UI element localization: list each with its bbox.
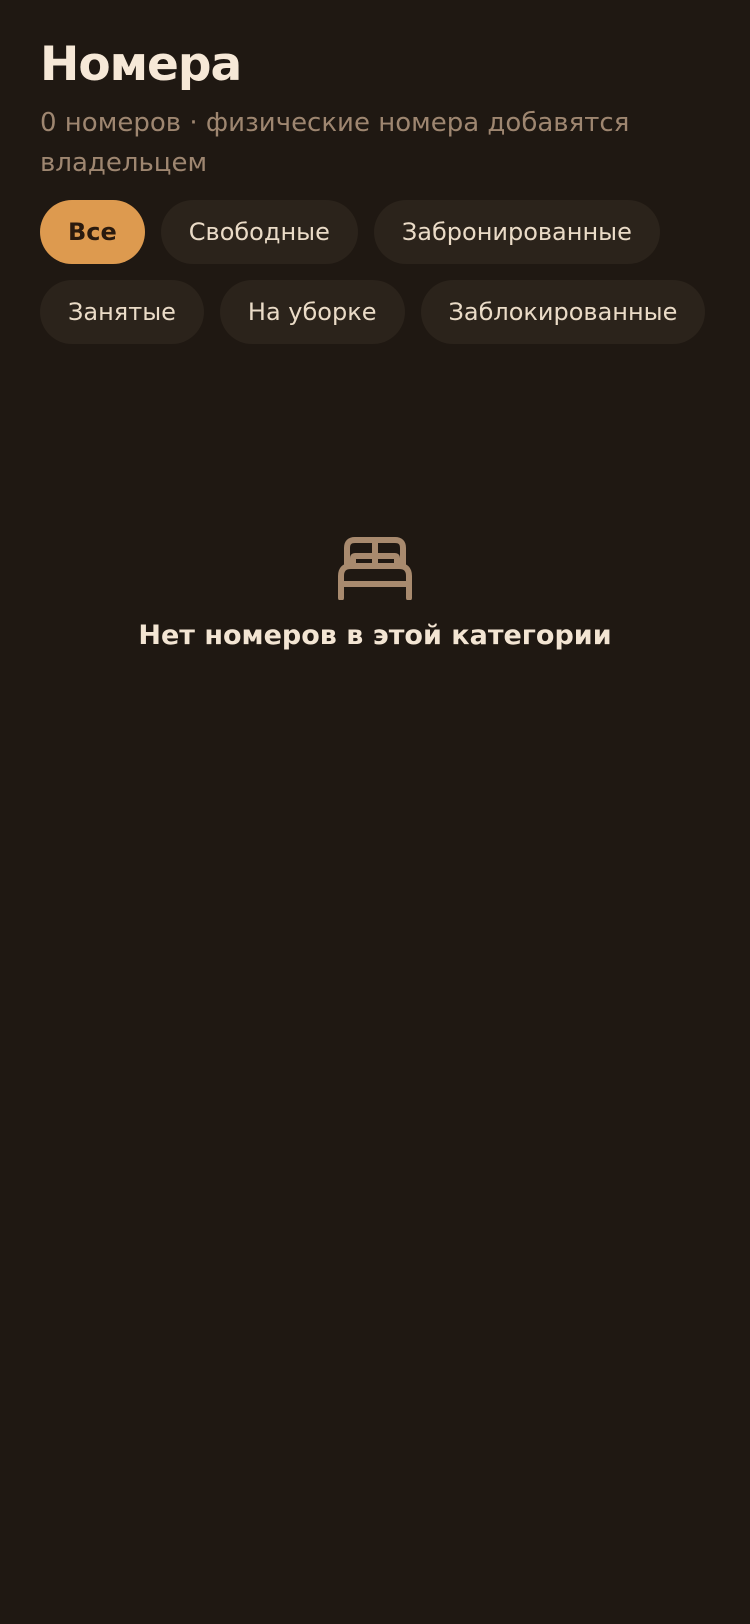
filter-chips-row-1: Все Свободные Забронированные	[40, 200, 660, 264]
empty-state: Нет номеров в этой категории	[0, 536, 750, 651]
filter-chip-blocked[interactable]: Заблокированные	[420, 280, 706, 344]
page-title: Номера	[40, 37, 242, 92]
empty-state-message: Нет номеров в этой категории	[138, 620, 612, 651]
page-subtitle: 0 номеров · физические номера добавятся …	[40, 108, 630, 178]
bed-icon	[337, 536, 413, 601]
filter-chip-booked[interactable]: Забронированные	[373, 200, 660, 264]
filter-chip-cleaning[interactable]: На уборке	[219, 280, 405, 344]
filter-chip-occupied[interactable]: Занятые	[40, 280, 204, 344]
filter-chip-free[interactable]: Свободные	[160, 200, 358, 264]
filter-chips-row-2: Занятые На уборке Заблокированные	[40, 280, 706, 344]
filter-chip-all[interactable]: Все	[40, 200, 145, 264]
